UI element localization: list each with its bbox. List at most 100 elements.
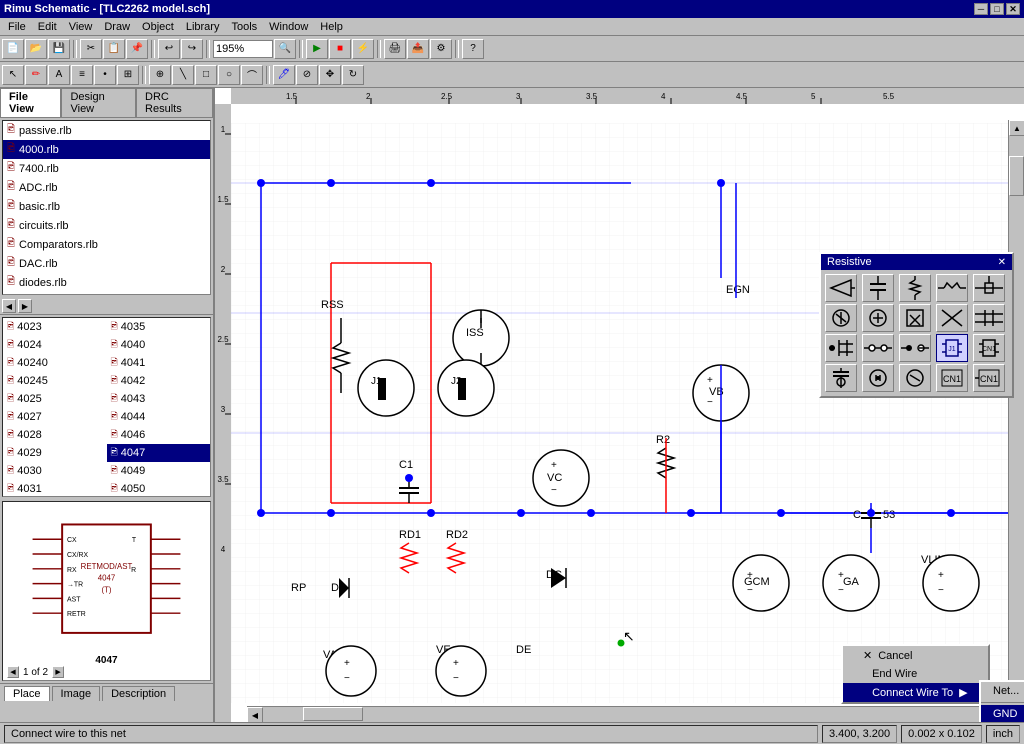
tree-item-passive[interactable]: 🖻 passive.rlb: [3, 121, 210, 140]
tab-description[interactable]: Description: [102, 686, 175, 701]
palette-cell-17[interactable]: [862, 364, 894, 392]
save-button[interactable]: 💾: [48, 39, 70, 59]
redo-button[interactable]: ↪: [181, 39, 203, 59]
sim-button[interactable]: ⚡: [352, 39, 374, 59]
undo-button[interactable]: ↩: [158, 39, 180, 59]
component-tool[interactable]: ⊕: [149, 65, 171, 85]
part-4046[interactable]: 🖻4046: [107, 426, 211, 444]
close-button[interactable]: ✕: [1006, 3, 1020, 15]
tree-item-adc[interactable]: 🖻 ADC.rlb: [3, 178, 210, 197]
paint-tool[interactable]: 🖊: [273, 65, 295, 85]
tree-item-diodes[interactable]: 🖻 diodes.rlb: [3, 273, 210, 292]
part-4027[interactable]: 🖻4027: [3, 408, 107, 426]
eraser-tool[interactable]: ⊘: [296, 65, 318, 85]
rotate-tool[interactable]: ↻: [342, 65, 364, 85]
palette-cell-19[interactable]: CN1: [936, 364, 968, 392]
palette-cell-7[interactable]: [862, 304, 894, 332]
part-4031[interactable]: 🖻4031: [3, 480, 107, 497]
menu-tools[interactable]: Tools: [225, 20, 263, 34]
zoom-input[interactable]: [213, 40, 273, 58]
ctx-end-wire[interactable]: End Wire: [843, 665, 988, 683]
tree-item-fet[interactable]: 🖻 FET.rlb: [3, 292, 210, 295]
palette-cell-13[interactable]: [899, 334, 931, 362]
palette-cell-16[interactable]: [825, 364, 857, 392]
ctx-cancel[interactable]: ✕ Cancel: [843, 646, 988, 665]
scrollbar-vertical[interactable]: ▲ ▼: [1008, 120, 1024, 706]
part-4029[interactable]: 🖻4029: [3, 444, 107, 462]
menu-window[interactable]: Window: [263, 20, 314, 34]
line-tool[interactable]: ╲: [172, 65, 194, 85]
paste-button[interactable]: 📌: [126, 39, 148, 59]
submenu-net-item[interactable]: Net...: [981, 682, 1024, 700]
tab-file-view[interactable]: File View: [0, 88, 61, 117]
palette-cell-2[interactable]: [862, 274, 894, 302]
part-4049[interactable]: 🖻4049: [107, 462, 211, 480]
prev-page-arrow[interactable]: ◀: [7, 666, 19, 678]
help-button[interactable]: ?: [462, 39, 484, 59]
palette-cell-1[interactable]: [825, 274, 857, 302]
part-4030[interactable]: 🖻4030: [3, 462, 107, 480]
palette-cell-3[interactable]: [899, 274, 931, 302]
submenu-gnd[interactable]: GND: [981, 705, 1024, 722]
palette-cell-6[interactable]: [825, 304, 857, 332]
rect-tool[interactable]: □: [195, 65, 217, 85]
scroll-thumb-v[interactable]: [1009, 156, 1024, 196]
part-4044[interactable]: 🖻4044: [107, 408, 211, 426]
new-button[interactable]: 📄: [2, 39, 24, 59]
schematic-canvas[interactable]: RSS ISS J1: [231, 104, 1024, 722]
part-4043[interactable]: 🖻4043: [107, 390, 211, 408]
menu-object[interactable]: Object: [136, 20, 180, 34]
next-page-arrow[interactable]: ▶: [52, 666, 64, 678]
palette-cell-5[interactable]: [973, 274, 1005, 302]
part-4047[interactable]: 🖻4047: [107, 444, 211, 462]
scroll-left-arrow[interactable]: ◀: [2, 299, 16, 313]
palette-cell-9[interactable]: [936, 304, 968, 332]
bus-tool[interactable]: ≡: [71, 65, 93, 85]
part-4050[interactable]: 🖻4050: [107, 480, 211, 497]
copy-button[interactable]: 📋: [103, 39, 125, 59]
tree-item-basic[interactable]: 🖻 basic.rlb: [3, 197, 210, 216]
junction-tool[interactable]: •: [94, 65, 116, 85]
palette-cell-12[interactable]: [862, 334, 894, 362]
menu-view[interactable]: View: [63, 20, 99, 34]
palette-cell-14[interactable]: J1: [936, 334, 968, 362]
palette-cell-15[interactable]: CN1: [973, 334, 1005, 362]
palette-cell-18[interactable]: [899, 364, 931, 392]
palette-cell-10[interactable]: [973, 304, 1005, 332]
part-4028[interactable]: 🖻4028: [3, 426, 107, 444]
palette-close-button[interactable]: ✕: [998, 257, 1006, 268]
part-4023[interactable]: 🖻4023: [3, 318, 107, 336]
wire-tool[interactable]: ✏: [25, 65, 47, 85]
palette-cell-11[interactable]: [825, 334, 857, 362]
part-4042[interactable]: 🖻4042: [107, 372, 211, 390]
part-4024[interactable]: 🖻4024: [3, 336, 107, 354]
part-40245[interactable]: 🖻40245: [3, 372, 107, 390]
tab-design-view[interactable]: Design View: [61, 88, 136, 117]
tree-item-7400[interactable]: 🖻 7400.rlb: [3, 159, 210, 178]
palette-cell-4[interactable]: [936, 274, 968, 302]
open-button[interactable]: 📂: [25, 39, 47, 59]
part-4035[interactable]: 🖻4035: [107, 318, 211, 336]
export-button[interactable]: 📤: [407, 39, 429, 59]
tab-drc-results[interactable]: DRC Results: [136, 88, 213, 117]
ctx-connect-wire-to[interactable]: Connect Wire To ▶: [843, 683, 988, 702]
tree-item-circuits[interactable]: 🖻 circuits.rlb: [3, 216, 210, 235]
cut-button[interactable]: ✂: [80, 39, 102, 59]
arc-tool[interactable]: ⌒: [241, 65, 263, 85]
tab-place[interactable]: Place: [4, 686, 50, 701]
tree-item-dac[interactable]: 🖻 DAC.rlb: [3, 254, 210, 273]
stop-button[interactable]: ■: [329, 39, 351, 59]
tree-item-comparators[interactable]: 🖻 Comparators.rlb: [3, 235, 210, 254]
select-tool[interactable]: ↖: [2, 65, 24, 85]
print-button[interactable]: 🖨: [384, 39, 406, 59]
part-4025[interactable]: 🖻4025: [3, 390, 107, 408]
part-40240[interactable]: 🖻40240: [3, 354, 107, 372]
text-tool[interactable]: A: [48, 65, 70, 85]
menu-edit[interactable]: Edit: [32, 20, 63, 34]
circle-tool[interactable]: ○: [218, 65, 240, 85]
minimize-button[interactable]: ─: [974, 3, 988, 15]
palette-cell-20[interactable]: CN1: [973, 364, 1005, 392]
scroll-thumb-h[interactable]: [303, 707, 363, 721]
scrollbar-horizontal[interactable]: ◀ ▶: [247, 706, 1008, 722]
scroll-up-button[interactable]: ▲: [1009, 120, 1024, 136]
